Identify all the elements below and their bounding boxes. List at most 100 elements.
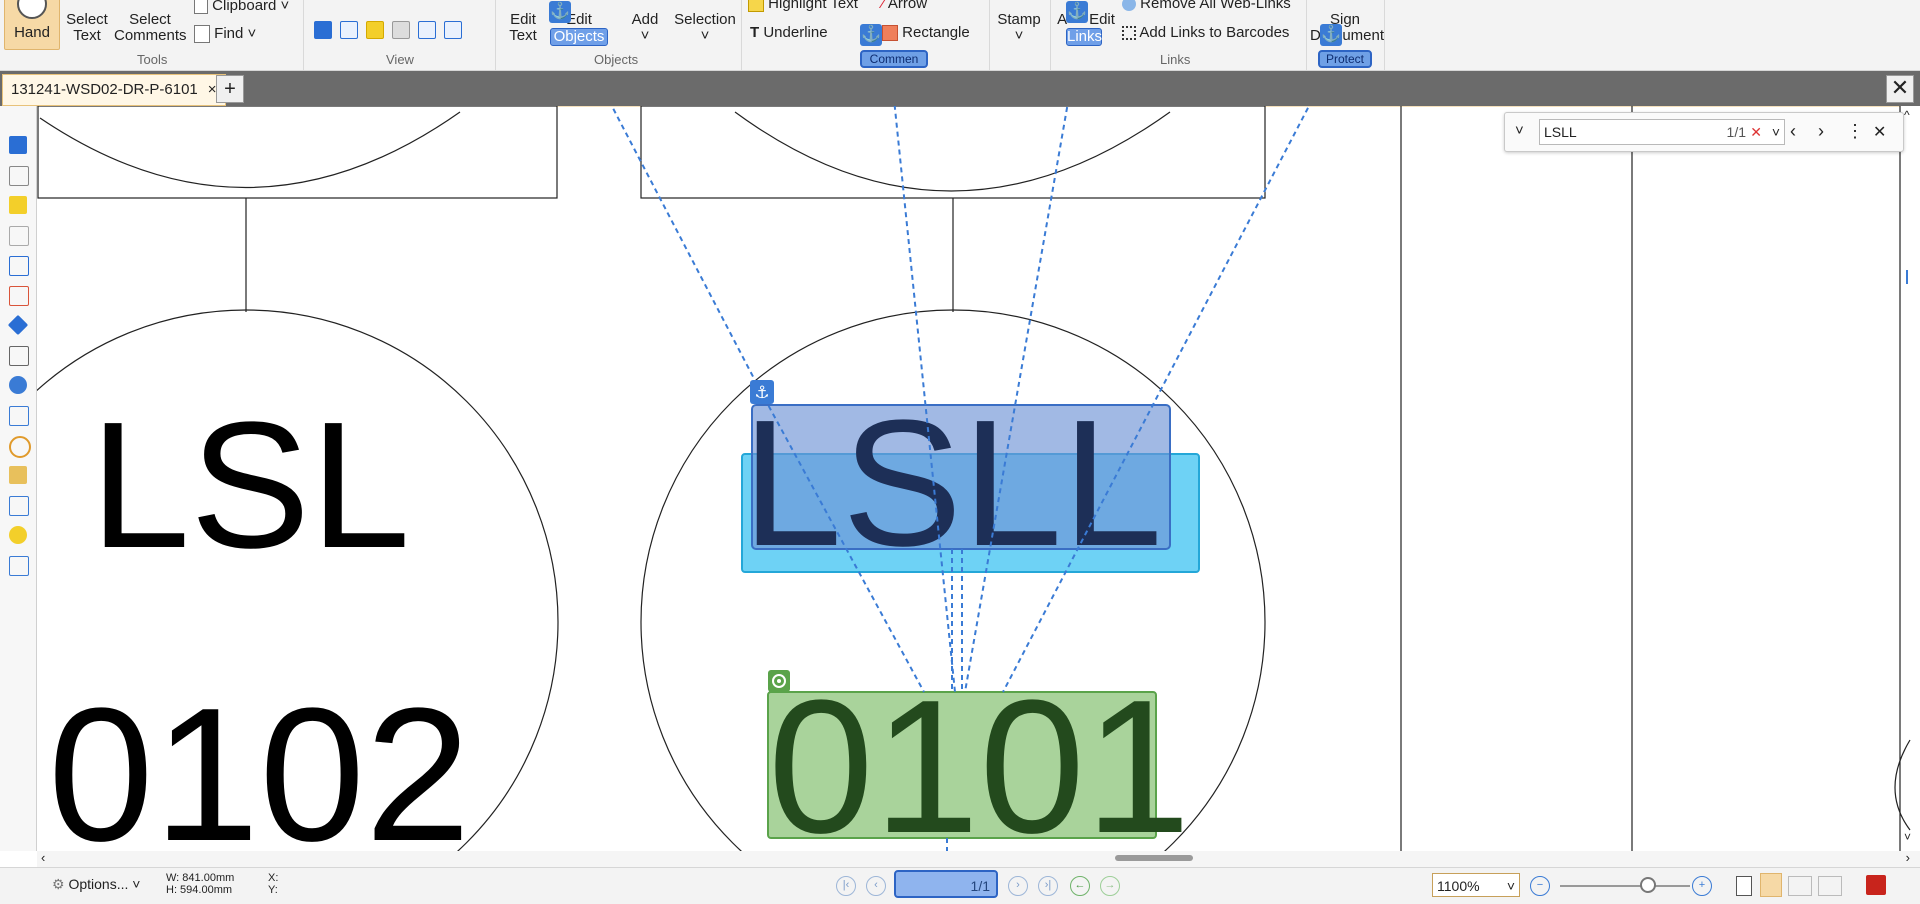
previous-result-icon[interactable]: ‹	[1790, 121, 1796, 142]
cursor-y: Y:	[268, 884, 278, 896]
hand-tool-button[interactable]: Hand	[4, 0, 60, 50]
info-icon[interactable]	[9, 556, 29, 576]
back-view-icon[interactable]: ←	[1070, 876, 1090, 896]
edit-links-label-1: Edit	[1089, 11, 1115, 28]
rectangle-button[interactable]: Rectangle	[882, 25, 982, 42]
protect-group-label: Protect	[1318, 50, 1372, 68]
layers-icon[interactable]	[7, 314, 29, 336]
stamp-button[interactable]: Stamp ˅	[994, 12, 1044, 44]
arrow-label: Arrow	[887, 0, 928, 12]
continuous-facing-icon[interactable]	[1818, 876, 1842, 896]
last-page-icon[interactable]: ›|	[1038, 876, 1058, 896]
add-button[interactable]: Add ˅	[624, 12, 666, 44]
scroll-down-icon[interactable]: ˅	[1904, 830, 1911, 844]
search-dropdown-icon[interactable]: ˅	[1772, 120, 1780, 144]
fields-icon[interactable]	[9, 496, 29, 516]
label-0102: 0102	[48, 669, 471, 851]
forward-view-icon[interactable]: →	[1100, 876, 1120, 896]
label-lsl: LSL	[90, 385, 410, 586]
zoom-value: 1100%	[1437, 878, 1480, 894]
scroll-left-icon[interactable]: ‹	[41, 850, 45, 865]
find-count: 1/1	[1726, 124, 1746, 140]
drawing-arc	[734, 111, 1171, 192]
bookmark-icon[interactable]	[314, 21, 332, 39]
facing-pages-icon[interactable]	[1788, 876, 1812, 896]
location-icon[interactable]	[9, 376, 27, 394]
continuous-page-icon[interactable]	[1760, 873, 1782, 897]
zoom-in-icon[interactable]: +	[1692, 876, 1712, 896]
underline-button[interactable]: T Underline	[750, 25, 860, 41]
properties-icon[interactable]	[444, 21, 462, 39]
content-icon[interactable]	[9, 346, 29, 366]
drawing-arc	[39, 111, 461, 189]
clipboard-button[interactable]: Clipboard ˅	[194, 0, 304, 15]
arrow-icon: ⁄	[882, 0, 885, 12]
document-icon[interactable]	[418, 21, 436, 39]
page-number-field[interactable]: 1/1	[894, 870, 998, 898]
remove-web-links-label: Remove All Web-Links	[1140, 0, 1291, 12]
document-icon[interactable]	[9, 256, 29, 276]
arrow-button[interactable]: ⁄ Arrow	[882, 0, 962, 12]
page-size-readout: W: 841.00mm H: 594.00mm	[166, 872, 234, 896]
zoom-select[interactable]: 1100% ˅	[1432, 873, 1520, 897]
first-page-icon[interactable]: |‹	[836, 876, 856, 896]
horizontal-scroll-thumb[interactable]	[1115, 855, 1193, 861]
document-view[interactable]: LSL 0102 LSLL 0101 ⚓	[37, 106, 1920, 851]
comments-icon[interactable]	[9, 196, 27, 214]
link-icon[interactable]	[9, 436, 31, 458]
attachments-icon[interactable]	[9, 226, 29, 246]
close-all-tabs-button[interactable]: ✕	[1886, 75, 1914, 103]
selection-button[interactable]: Selection ˅	[672, 12, 738, 44]
anchor-icon[interactable]: ⚓	[1066, 1, 1088, 23]
close-find-icon[interactable]: ✕	[1873, 122, 1886, 142]
add-links-barcodes-label: Add Links to Barcodes	[1139, 24, 1290, 41]
structure-icon[interactable]	[9, 406, 29, 426]
bookmarks-icon[interactable]	[9, 136, 27, 154]
anchor-icon[interactable]: ⚓	[1320, 24, 1342, 46]
anchor-icon[interactable]: ⚓	[860, 24, 882, 46]
find-input[interactable]: LSLL 1/1 ✕ ˅	[1539, 119, 1785, 145]
underline-icon: T	[750, 24, 760, 41]
underline-label: Underline	[763, 24, 828, 41]
pdf-icon[interactable]	[9, 286, 29, 306]
anchor-icon[interactable]: ⚓	[549, 1, 571, 23]
next-page-icon[interactable]: ›	[1008, 876, 1028, 896]
scroll-marker[interactable]	[1906, 270, 1920, 284]
tag-icon[interactable]	[9, 466, 27, 484]
more-options-icon[interactable]: ⋮	[1846, 121, 1864, 142]
zoom-out-icon[interactable]: −	[1530, 876, 1550, 896]
clear-search-icon[interactable]: ✕	[1750, 120, 1762, 144]
edit-text-button[interactable]: Edit Text	[502, 12, 544, 44]
next-result-icon[interactable]: ›	[1818, 121, 1824, 142]
scroll-up-icon[interactable]: ^	[1904, 108, 1910, 122]
view-icons	[314, 21, 462, 39]
find-options-chevron-icon[interactable]: ˅	[1515, 122, 1524, 139]
pages-icon[interactable]	[9, 166, 29, 186]
signature-icon[interactable]	[9, 526, 27, 544]
comment-group-label: Commen	[860, 50, 928, 68]
find-query: LSLL	[1544, 124, 1577, 140]
edit-text-label-1: Edit	[510, 11, 536, 28]
zoom-slider-thumb[interactable]	[1640, 877, 1656, 893]
select-text-button[interactable]: Select Text	[64, 12, 110, 44]
zoom-slider-track[interactable]	[1560, 885, 1690, 887]
anchor-glyph: ⚓	[754, 383, 769, 403]
find-button[interactable]: Find ˅	[194, 25, 274, 43]
select-comments-button[interactable]: Select Comments	[114, 12, 187, 44]
add-links-barcodes-button[interactable]: Add Links to Barcodes	[1122, 25, 1312, 41]
barcode-icon	[1122, 26, 1136, 41]
new-tab-button[interactable]: +	[216, 75, 244, 103]
scroll-right-icon[interactable]: ›	[1906, 850, 1910, 865]
document-tab[interactable]: 131241-WSD02-DR-P-6101 ×	[2, 74, 226, 106]
highlight-text-button[interactable]: Highlight Text	[748, 0, 878, 13]
previous-page-icon[interactable]: ‹	[866, 876, 886, 896]
attachment-icon[interactable]	[392, 21, 410, 39]
comment-icon[interactable]	[366, 21, 384, 39]
horizontal-scrollbar[interactable]: ‹ ›	[37, 850, 1920, 867]
pages-icon[interactable]	[340, 21, 358, 39]
remove-web-links-button[interactable]: Remove All Web-Links	[1122, 0, 1312, 12]
options-button[interactable]: ⚙ Options... ˅	[52, 876, 140, 893]
pdf-app-icon[interactable]	[1866, 875, 1886, 895]
find-label: Find	[214, 24, 244, 42]
single-page-icon[interactable]	[1736, 876, 1752, 896]
